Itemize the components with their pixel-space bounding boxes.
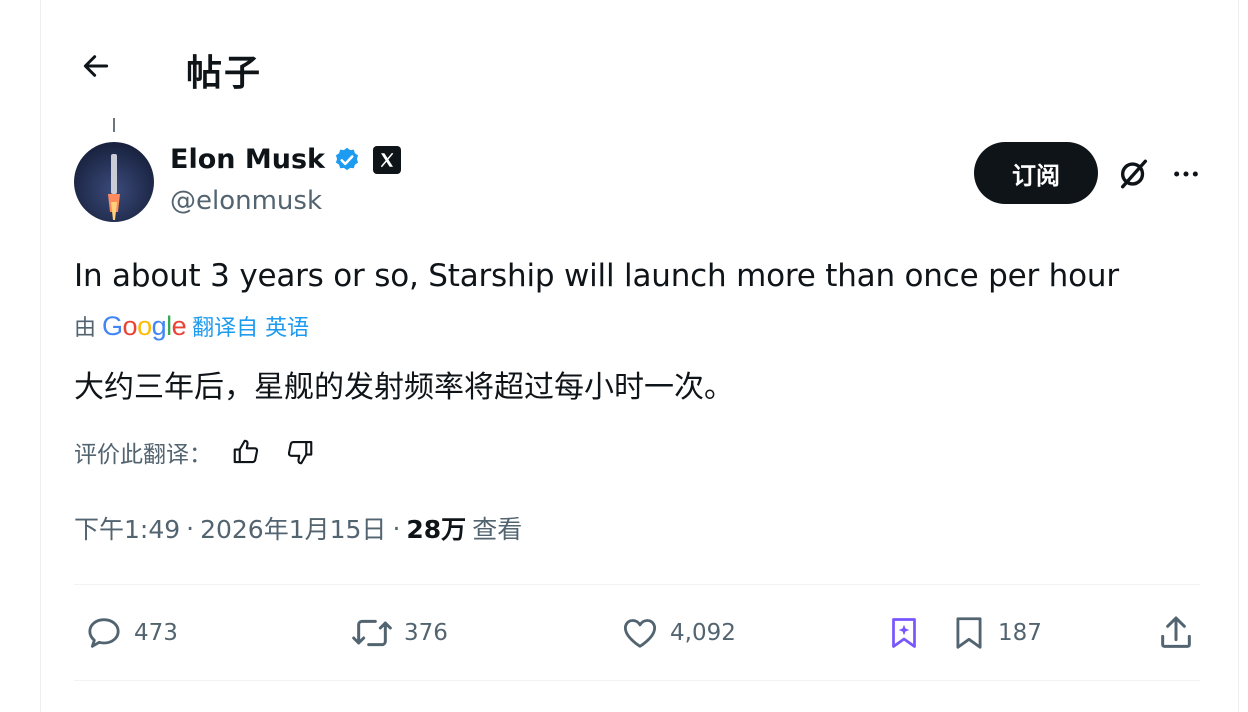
frame-border-right (1238, 0, 1239, 712)
meta-separator: · (186, 513, 195, 543)
subscribe-button[interactable]: 订阅 (974, 142, 1098, 204)
page-title: 帖子 (186, 53, 263, 94)
translated-by-prefix: 由 (74, 316, 97, 341)
retweet-icon (352, 619, 392, 647)
translated-text: 大约三年后，星舰的发射频率将超过每小时一次。 (74, 370, 734, 405)
bookmark-count: 187 (998, 620, 1042, 646)
avatar-reply-line (113, 118, 115, 132)
reply-icon (88, 618, 120, 648)
meta-separator: · (392, 513, 401, 543)
more-horizontal-icon (1174, 171, 1198, 177)
grok-analyze-button[interactable] (886, 612, 922, 654)
author-name[interactable]: Elon Musk (170, 144, 325, 175)
more-button[interactable] (1166, 154, 1206, 194)
avatar[interactable] (74, 142, 154, 222)
thumbs-up-button[interactable] (226, 432, 266, 472)
views-count[interactable]: 28万 (406, 510, 466, 546)
share-button[interactable] (1156, 612, 1196, 654)
post-time[interactable]: 下午1:49 (74, 510, 180, 546)
translated-from-link[interactable]: 翻译自 英语 (192, 310, 309, 342)
divider (74, 584, 1200, 585)
heart-icon (623, 619, 657, 648)
rate-translation-row: 评价此翻译： (74, 432, 320, 472)
bookmark-button[interactable]: 187 (950, 612, 1042, 654)
author-handle[interactable]: @elonmusk (170, 186, 322, 216)
reply-button[interactable]: 473 (84, 612, 178, 654)
avatar-image (74, 142, 154, 222)
share-icon (1161, 616, 1191, 648)
google-logo: Google (102, 310, 187, 341)
post-text: In about 3 years or so, Starship will la… (74, 258, 1119, 294)
rate-translation-label: 评价此翻译： (74, 442, 212, 468)
like-count: 4,092 (670, 620, 736, 646)
thumbs-up-icon (233, 439, 259, 464)
divider (74, 680, 1200, 681)
back-button[interactable] (76, 46, 116, 86)
retweet-count: 376 (404, 620, 448, 646)
views-label: 查看 (472, 515, 523, 544)
grok-bookmark-sparkle-icon (892, 618, 916, 648)
reply-count: 473 (134, 620, 178, 646)
grok-icon (1120, 159, 1148, 189)
arrow-left-icon (83, 55, 109, 77)
thumbs-down-icon (287, 440, 313, 465)
like-button[interactable]: 4,092 (620, 612, 736, 654)
post-meta-row: 下午1:49 · 2026年1月15日 · 28万 查看 (74, 510, 522, 546)
bookmark-icon (956, 617, 982, 649)
x-logo-icon (373, 145, 401, 174)
frame-border-left (40, 0, 41, 712)
post-date[interactable]: 2026年1月15日 (200, 510, 386, 546)
grok-button[interactable] (1114, 154, 1154, 194)
thumbs-down-button[interactable] (280, 432, 320, 472)
author-name-row[interactable]: Elon Musk (170, 144, 401, 175)
verified-badge-icon (335, 147, 359, 170)
translated-by-row: 由 Google 翻译自 英语 (74, 308, 309, 344)
retweet-button[interactable]: 376 (350, 612, 448, 654)
